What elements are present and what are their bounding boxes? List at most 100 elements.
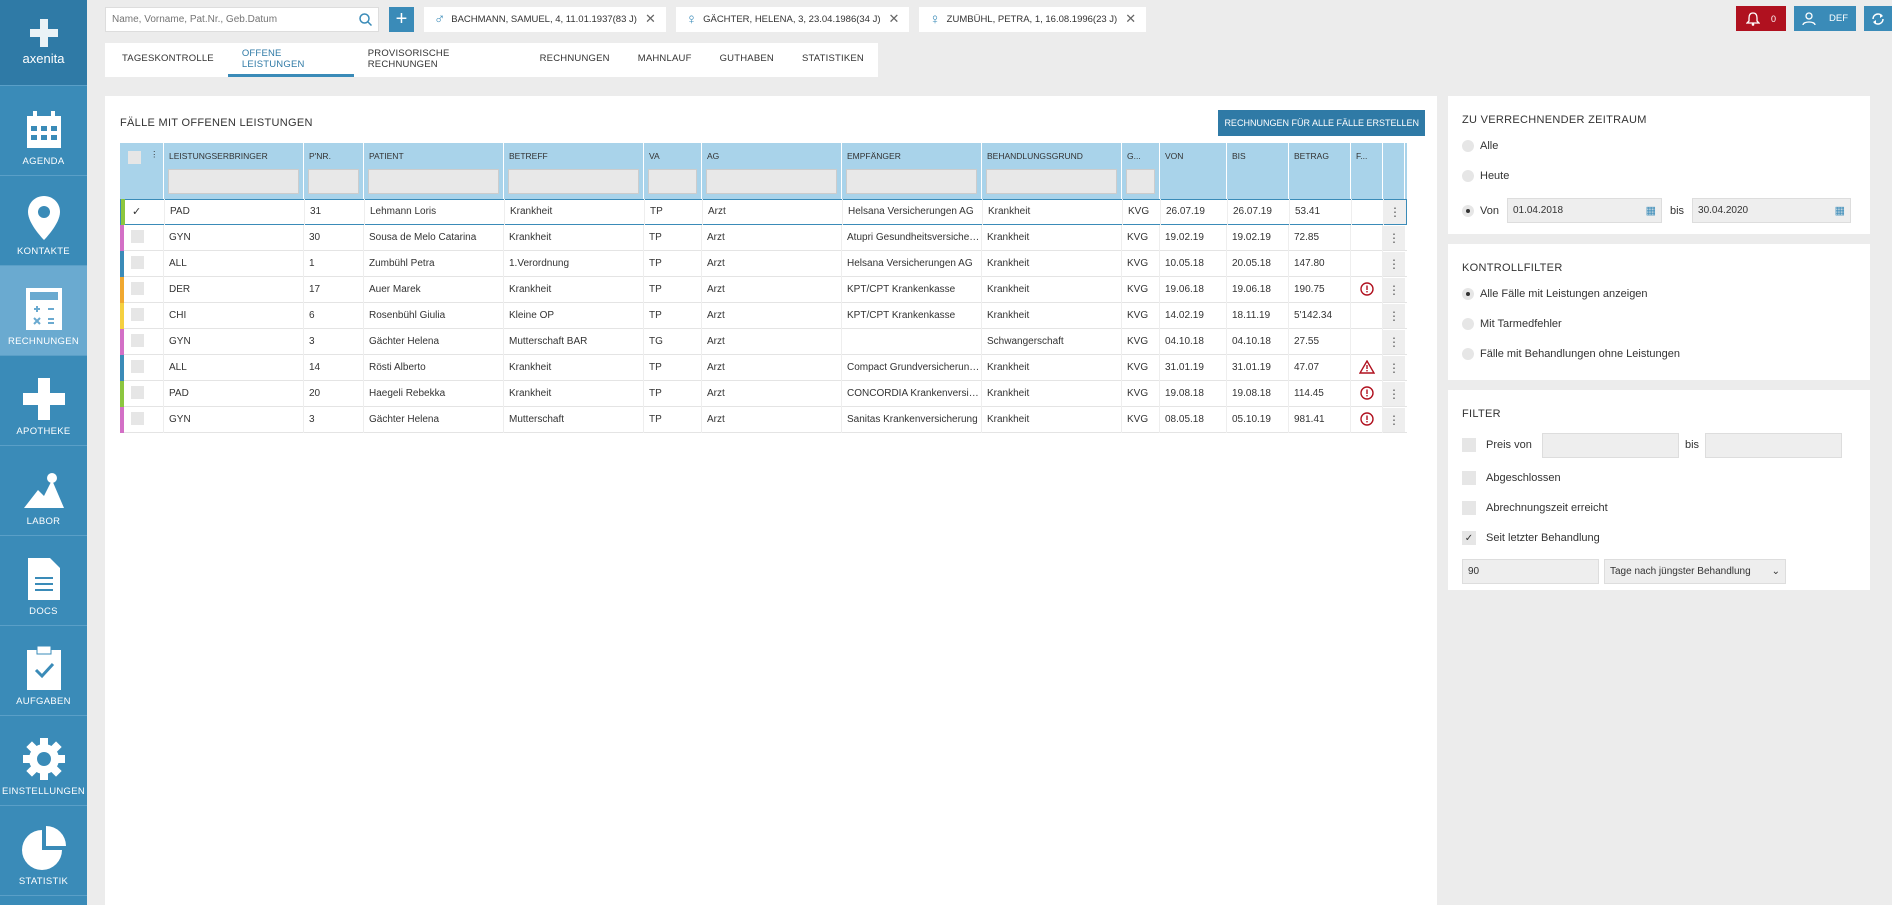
radio-heute[interactable]: Heute [1462,168,1856,184]
row-menu-button[interactable]: ⋮ [1383,277,1405,302]
row-checkbox[interactable] [131,386,144,400]
radio-button[interactable] [1462,140,1474,152]
checkbox[interactable]: ✓ [1462,531,1476,545]
column-filter-input[interactable] [706,169,837,194]
tab-rechnungen[interactable]: RECHNUNGEN [526,43,624,77]
column-filter-input[interactable] [168,169,299,194]
row-checkbox[interactable] [131,412,144,426]
radio-ohne-leistungen[interactable]: Fälle mit Behandlungen ohne Leistungen [1462,346,1856,362]
row-checkbox[interactable] [131,230,144,244]
nav-item-labor[interactable]: LABOR [0,446,87,536]
patient-tab[interactable]: ♀ GÄCHTER, HELENA, 3, 23.04.1986(34 J) ✕ [675,6,910,32]
calendar-icon[interactable]: ▦ [1646,204,1656,217]
table-row[interactable]: GYN 30 Sousa de Melo Catarina Krankheit TP Ar… [120,224,1407,251]
table-row[interactable]: ✓ PAD 31 Lehmann Loris Krankheit TP Arzt Helsan… [120,199,1407,225]
nav-item-agenda[interactable]: AGENDA [0,86,87,176]
tab-guthaben[interactable]: GUTHABEN [706,43,788,77]
nav-item-rechnungen[interactable]: RECHNUNGEN [0,266,87,356]
nav-item-statistik[interactable]: STATISTIK [0,806,87,896]
user-button[interactable]: DEF [1794,6,1856,31]
error-circle-icon[interactable] [1359,386,1374,400]
row-menu-button[interactable]: ⋮ [1384,200,1406,224]
row-checkbox[interactable] [131,308,144,322]
preis-from-input[interactable] [1542,432,1679,458]
row-menu-button[interactable]: ⋮ [1383,329,1405,354]
add-patient-button[interactable]: + [389,6,414,32]
row-menu-button[interactable]: ⋮ [1383,303,1405,328]
column-header-label[interactable]: G... [1127,151,1141,161]
column-filter-input[interactable] [1126,169,1155,194]
tage-input[interactable]: 90 [1462,559,1599,584]
column-header-label[interactable]: BETRAG [1294,151,1329,161]
column-header-label[interactable]: F... [1356,151,1367,161]
checkbox[interactable] [1462,471,1476,485]
row-checkbox[interactable] [131,360,144,374]
close-icon[interactable]: ✕ [1125,11,1136,27]
app-logo[interactable]: axenita [0,0,87,86]
column-header-label[interactable]: PATIENT [369,151,404,161]
column-menu-icon[interactable]: ⋮ [150,149,159,160]
tab-mahnlauf[interactable]: MAHNLAUF [624,43,706,77]
table-row[interactable]: ALL 1 Zumbühl Petra 1.Verordnung TP Arzt Helsa… [120,250,1407,277]
nav-item-kontakte[interactable]: KONTAKTE [0,176,87,266]
radio-tarmedfehler[interactable]: Mit Tarmedfehler [1462,316,1856,332]
calendar-icon[interactable]: ▦ [1835,204,1845,217]
nav-item-docs[interactable]: DOCS [0,536,87,626]
column-header-label[interactable]: VA [649,151,660,161]
tab-offene-leistungen[interactable]: OFFENE LEISTUNGEN [227,43,354,77]
nav-item-aufgaben[interactable]: AUFGABEN [0,626,87,716]
date-from-field[interactable]: 01.04.2018 ▦ [1506,198,1662,223]
tab-statistiken[interactable]: STATISTIKEN [788,43,878,77]
column-header-label[interactable]: EMPFÄNGER [847,151,901,161]
radio-button[interactable] [1462,204,1474,217]
row-checkbox[interactable] [131,334,144,348]
seit-behandlung-filter[interactable]: ✓ Seit letzter Behandlung [1462,529,1856,547]
row-checkbox[interactable] [131,256,144,270]
table-row[interactable]: DER 17 Auer Marek Krankheit TP Arzt KPT/CPT Kr… [120,276,1407,303]
close-icon[interactable]: ✕ [645,11,656,27]
tage-select[interactable]: Tage nach jüngster Behandlung ⌄ [1604,559,1786,584]
nav-item-apotheke[interactable]: APOTHEKE [0,356,87,446]
sync-button[interactable] [1864,6,1892,31]
column-header-label[interactable]: BETREFF [509,151,548,161]
checkbox[interactable] [1462,438,1476,452]
tab-provisorische-rechnungen[interactable]: PROVISORISCHE RECHNUNGEN [354,43,526,77]
tab-tageskontrolle[interactable]: TAGESKONTROLLE [108,43,228,77]
column-header-label[interactable]: BIS [1232,151,1246,161]
checkbox[interactable] [1462,501,1476,515]
column-header-label[interactable]: BEHANDLUNGSGRUND [987,151,1083,161]
column-filter-input[interactable] [648,169,697,194]
select-all-checkbox[interactable] [128,151,141,164]
radio-von[interactable]: Von 01.04.2018 ▦ bis 30.04.2020 ▦ [1462,198,1856,223]
table-row[interactable]: GYN 3 Gächter Helena Mutterschaft TP Arzt Sani… [120,406,1407,433]
column-header-label[interactable]: LEISTUNGSERBRINGER [169,151,268,161]
column-header-label[interactable]: P'NR. [309,151,331,161]
column-header-label[interactable]: AG [707,151,719,161]
row-menu-button[interactable]: ⋮ [1383,407,1405,432]
patient-tab[interactable]: ♂ BACHMANN, SAMUEL, 4, 11.01.1937(83 J) ✕ [424,6,666,32]
table-row[interactable]: GYN 3 Gächter Helena Mutterschaft BAR TG Arzt… [120,328,1407,355]
error-circle-icon[interactable] [1359,282,1374,296]
preis-to-input[interactable] [1705,432,1843,458]
warning-triangle-icon[interactable] [1358,359,1375,374]
close-icon[interactable]: ✕ [889,11,900,27]
radio-button[interactable] [1462,288,1474,300]
column-header-label[interactable]: VON [1165,151,1183,161]
create-all-invoices-button[interactable]: RECHNUNGEN FÜR ALLE FÄLLE ERSTELLEN [1218,110,1425,136]
row-menu-button[interactable]: ⋮ [1383,381,1405,406]
column-filter-input[interactable] [368,169,499,194]
column-filter-input[interactable] [846,169,977,194]
row-checkbox-checked[interactable]: ✓ [132,206,141,218]
radio-alle-faelle[interactable]: Alle Fälle mit Leistungen anzeigen [1462,286,1856,302]
search-input[interactable] [112,13,352,25]
table-row[interactable]: PAD 20 Haegeli Rebekka Krankheit TP Arzt CONCO… [120,380,1407,407]
abgeschlossen-filter[interactable]: Abgeschlossen [1462,469,1856,487]
radio-button[interactable] [1462,348,1474,360]
radio-button[interactable] [1462,170,1474,182]
abrechnungszeit-filter[interactable]: Abrechnungszeit erreicht [1462,499,1856,517]
row-checkbox[interactable] [131,282,144,296]
column-filter-input[interactable] [308,169,359,194]
table-row[interactable]: ALL 14 Rösti Alberto Krankheit TP Arzt Compact… [120,354,1407,381]
search-icon[interactable] [359,12,372,26]
nav-item-einstellungen[interactable]: EINSTELLUNGEN [0,716,87,806]
